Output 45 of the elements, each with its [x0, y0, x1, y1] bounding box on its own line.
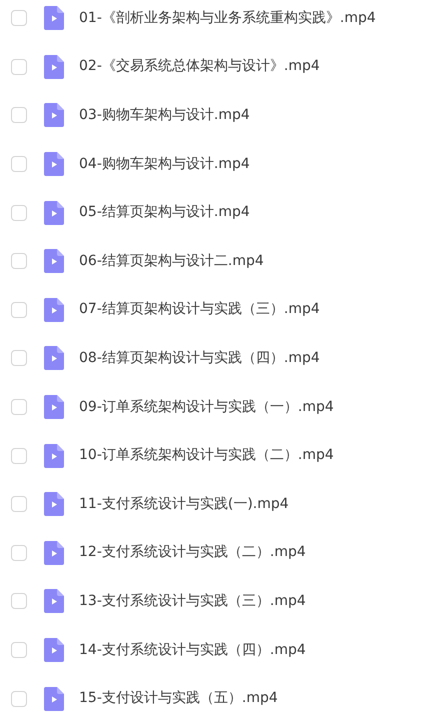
file-name[interactable]: 15-支付设计与实践（五）.mp4: [79, 688, 278, 710]
video-file-icon: [44, 444, 64, 468]
video-file-icon: [44, 638, 64, 662]
file-name[interactable]: 01-《剖析业务架构与业务系统重构实践》.mp4: [79, 8, 376, 29]
video-file-icon: [44, 54, 64, 79]
checkbox[interactable]: [11, 253, 27, 270]
file-name[interactable]: 07-结算页架构设计与实践（三）.mp4: [79, 299, 320, 320]
checkbox[interactable]: [11, 593, 27, 610]
video-file-icon: [44, 686, 64, 711]
video-file-icon: [44, 6, 64, 30]
checkbox[interactable]: [11, 204, 27, 221]
file-name[interactable]: 05-结算页架构与设计.mp4: [79, 202, 250, 224]
file-name[interactable]: 04-购物车架构与设计.mp4: [79, 154, 250, 175]
video-file-icon: [44, 298, 64, 322]
video-file-icon: [44, 395, 64, 420]
checkbox[interactable]: [11, 544, 27, 561]
checkbox[interactable]: [11, 58, 27, 75]
video-file-icon: [44, 249, 64, 274]
video-file-icon: [44, 540, 64, 565]
checkbox[interactable]: [11, 690, 27, 707]
checkbox[interactable]: [11, 350, 27, 366]
video-file-icon: [44, 346, 64, 370]
video-file-icon: [44, 103, 64, 128]
file-name[interactable]: 08-结算页架构设计与实践（四）.mp4: [79, 348, 320, 369]
file-name[interactable]: 13-支付系统设计与实践（三）.mp4: [79, 590, 306, 612]
video-file-icon: [44, 152, 64, 176]
file-name[interactable]: 09-订单系统架构设计与实践（一）.mp4: [79, 396, 334, 418]
checkbox[interactable]: [11, 302, 27, 318]
video-file-icon: [44, 589, 64, 614]
video-file-icon: [44, 200, 64, 225]
checkbox[interactable]: [11, 156, 27, 172]
file-name[interactable]: 06-结算页架构与设计二.mp4: [79, 250, 264, 272]
file-name[interactable]: 02-《交易系统总体架构与设计》.mp4: [79, 56, 320, 78]
file-name[interactable]: 03-购物车架构与设计.mp4: [79, 104, 250, 126]
checkbox[interactable]: [11, 399, 27, 416]
checkbox[interactable]: [11, 10, 27, 26]
video-file-icon: [44, 492, 64, 516]
checkbox[interactable]: [11, 642, 27, 658]
checkbox[interactable]: [11, 107, 27, 124]
checkbox[interactable]: [11, 448, 27, 464]
file-name[interactable]: 12-支付系统设计与实践（二）.mp4: [79, 542, 306, 564]
file-name[interactable]: 10-订单系统架构设计与实践（二）.mp4: [79, 445, 334, 466]
file-name[interactable]: 11-支付系统设计与实践(一).mp4: [79, 494, 289, 515]
checkbox[interactable]: [11, 496, 27, 512]
file-name[interactable]: 14-支付系统设计与实践（四）.mp4: [79, 640, 306, 661]
